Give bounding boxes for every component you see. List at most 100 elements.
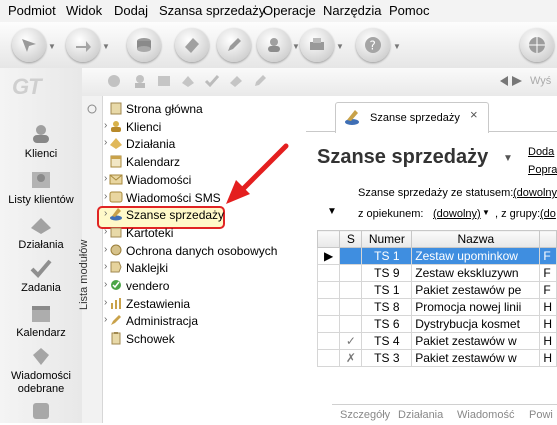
sales-opportunities-icon — [345, 110, 359, 125]
sidebar-item-label: Klienci — [24, 148, 58, 160]
sidebar-item-zadania[interactable]: Zadania — [0, 257, 82, 294]
chevron-right-icon[interactable]: › — [104, 173, 107, 184]
pin-icon[interactable] — [86, 103, 98, 115]
menu-podmiot[interactable]: Podmiot — [8, 3, 56, 18]
chevron-down-icon[interactable]: ▼ — [102, 42, 110, 51]
sidebar-item-dzialania[interactable]: Działania — [0, 214, 82, 251]
group-filter-value[interactable]: (do — [540, 208, 556, 220]
row-extra: H — [539, 349, 557, 367]
row-indicator: ▶ — [316, 247, 341, 265]
chevron-down-icon[interactable]: ▼ — [482, 208, 490, 217]
table-row[interactable]: ▶ TS 1 Zestaw upominkow F — [316, 247, 557, 265]
tab-powiazania[interactable]: Powi — [529, 409, 553, 421]
bottom-tabs: Szczegóły Działania Wiadomość Powi — [332, 404, 557, 424]
table-row[interactable]: TS 9 Zestaw ekskluzywn F — [316, 264, 557, 282]
extra-column-header[interactable] — [539, 230, 557, 248]
collapse-filter-icon[interactable]: ▼ — [327, 206, 337, 217]
indicator-column-header[interactable] — [316, 230, 341, 248]
tasks-icon[interactable] — [204, 73, 220, 89]
row-number: TS 1 — [361, 281, 413, 299]
name-column-header[interactable]: Nazwa — [411, 230, 541, 248]
add-link[interactable]: Doda — [528, 146, 554, 158]
chevron-right-icon[interactable]: › — [104, 244, 107, 255]
row-number: TS 3 — [361, 349, 413, 367]
secondary-toolbar: Wyś — [82, 68, 557, 97]
row-indicator — [316, 349, 341, 367]
chevron-down-icon[interactable]: ▼ — [503, 153, 513, 164]
toolbar-help-button[interactable]: ? — [356, 28, 390, 62]
table-row[interactable]: TS 6 Dystrybucja kosmet H — [316, 315, 557, 333]
edit-link[interactable]: Popra — [528, 164, 557, 176]
number-column-header[interactable]: Numer — [361, 230, 413, 248]
toolbar-note-button[interactable] — [175, 28, 209, 62]
chevron-down-icon[interactable]: ▼ — [393, 42, 401, 51]
tab-szanse-sprzedazy[interactable]: Szanse sprzedaży × — [335, 102, 489, 133]
tab-close-button[interactable]: × — [470, 107, 478, 122]
tab-szczegoly[interactable]: Szczegóły — [340, 409, 390, 421]
note-icon[interactable] — [228, 73, 244, 89]
chevron-right-icon[interactable]: › — [104, 226, 107, 237]
sidebar-item-wiadomosci-odebrane[interactable]: Wiadomości odebrane — [0, 345, 82, 396]
sidebar-item-listy-klientow[interactable]: Listy klientów — [0, 169, 82, 206]
vendero-icon — [111, 280, 121, 290]
actions-icon — [31, 218, 51, 234]
menu-dodaj[interactable]: Dodaj — [114, 3, 148, 18]
actions-icon[interactable] — [180, 73, 196, 89]
tab-wiadomosci[interactable]: Wiadomość — [457, 409, 514, 421]
pin-icon[interactable] — [106, 73, 122, 89]
coins-icon — [137, 38, 151, 52]
row-name: Pakiet zestawów w — [411, 349, 541, 367]
toolbar-print-button[interactable] — [300, 28, 334, 62]
toolbar-coins-button[interactable] — [127, 28, 161, 62]
toolbar-contacts-button[interactable] — [257, 28, 291, 62]
owner-filter-value[interactable]: (dowolny) — [433, 208, 481, 220]
row-number: TS 9 — [361, 264, 413, 282]
chevron-right-icon[interactable]: › — [104, 120, 107, 131]
row-status-icon: ✗ — [339, 349, 363, 367]
row-name: Promocja nowej linii — [411, 298, 541, 316]
menu-bar: Podmiot Widok Dodaj Szansa sprzedaży Ope… — [0, 0, 557, 22]
chevron-right-icon[interactable]: › — [104, 261, 107, 272]
table-row[interactable]: TS 8 Promocja nowej linii H — [316, 298, 557, 316]
toolbar-pointer-button[interactable] — [12, 28, 46, 62]
chevron-right-icon[interactable]: › — [104, 314, 107, 325]
owner-filter-label: z opiekunem: — [358, 208, 424, 220]
search-arrows-icon[interactable] — [498, 74, 524, 88]
list-icon[interactable] — [156, 73, 172, 89]
sidebar-item-sms[interactable] — [0, 400, 82, 425]
app-logo: GT — [12, 74, 42, 99]
chevron-down-icon[interactable]: ▼ — [336, 42, 344, 51]
module-item-label: Kartoteki — [126, 225, 174, 240]
chevron-right-icon[interactable]: › — [104, 208, 107, 219]
status-column-header[interactable]: S — [339, 230, 363, 248]
menu-szansa-sprzedazy[interactable]: Szansa sprzedaży — [159, 3, 265, 18]
module-item-label: Wiadomości SMS — [126, 190, 221, 205]
chevron-right-icon[interactable]: › — [104, 297, 107, 308]
menu-narzedzia[interactable]: Narzędzia — [323, 3, 382, 18]
chevron-down-icon[interactable]: ▼ — [292, 42, 300, 51]
chevron-right-icon[interactable]: › — [104, 137, 107, 148]
search-label[interactable]: Wyś — [530, 75, 551, 87]
globe-icon — [529, 37, 545, 53]
tab-dzialania[interactable]: Działania — [398, 409, 443, 421]
menu-pomoc[interactable]: Pomoc — [389, 3, 429, 18]
toolbar-forward-button[interactable] — [66, 28, 100, 62]
user-icon[interactable] — [132, 73, 148, 89]
sidebar-item-kalendarz[interactable]: Kalendarz — [0, 302, 82, 339]
chevron-right-icon[interactable]: › — [104, 191, 107, 202]
clients-icon — [33, 125, 49, 143]
toolbar-globe-button[interactable] — [520, 28, 554, 62]
table-row[interactable]: TS 1 Pakiet zestawów pe F — [316, 281, 557, 299]
pencil-icon[interactable] — [252, 73, 268, 89]
menu-operacje[interactable]: Operacje — [263, 3, 316, 18]
sidebar-item-klienci[interactable]: Klienci — [0, 123, 82, 160]
table-row[interactable]: ✗ TS 3 Pakiet zestawów wH — [316, 349, 557, 367]
row-indicator — [316, 264, 341, 282]
table-row[interactable]: ✓ TS 4 Pakiet zestawów wH — [316, 332, 557, 350]
menu-widok[interactable]: Widok — [66, 3, 102, 18]
status-filter-value[interactable]: (dowolny — [513, 187, 557, 199]
toolbar-edit-button[interactable] — [217, 28, 251, 62]
chevron-right-icon[interactable]: › — [104, 279, 107, 290]
chevron-down-icon[interactable]: ▼ — [48, 42, 56, 51]
row-indicator — [316, 315, 341, 333]
